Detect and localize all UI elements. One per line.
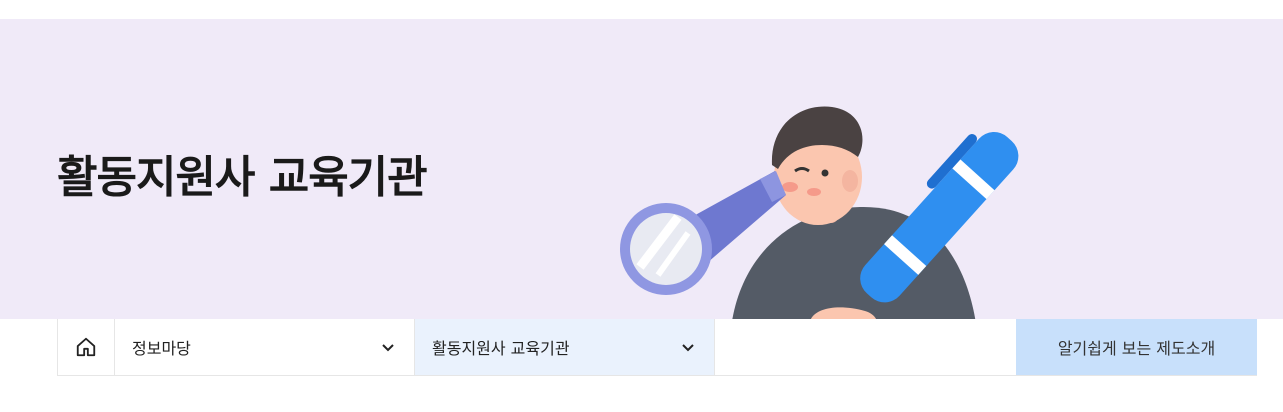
telescope-person-illustration: [620, 106, 1019, 319]
menu-select-level1[interactable]: 정보마당: [115, 319, 415, 375]
menu-select-level2[interactable]: 활동지원사 교육기관: [415, 319, 715, 375]
home-icon: [76, 337, 96, 357]
page-title: 활동지원사 교육기관: [57, 152, 428, 203]
menu-select-level1-label: 정보마당: [132, 339, 191, 358]
chevron-down-icon: [382, 344, 394, 352]
chevron-down-icon: [682, 344, 694, 352]
location-nav-bar: 정보마당 활동지원사 교육기관 알기쉽게 보는 제도소개: [57, 319, 1257, 376]
home-button[interactable]: [57, 319, 115, 375]
system-intro-button[interactable]: 알기쉽게 보는 제도소개: [1016, 319, 1257, 375]
menu-select-level2-label: 활동지원사 교육기관: [432, 339, 570, 358]
top-nav-strip: [0, 0, 1283, 19]
hero-banner: 활동지원사 교육기관: [0, 19, 1283, 319]
